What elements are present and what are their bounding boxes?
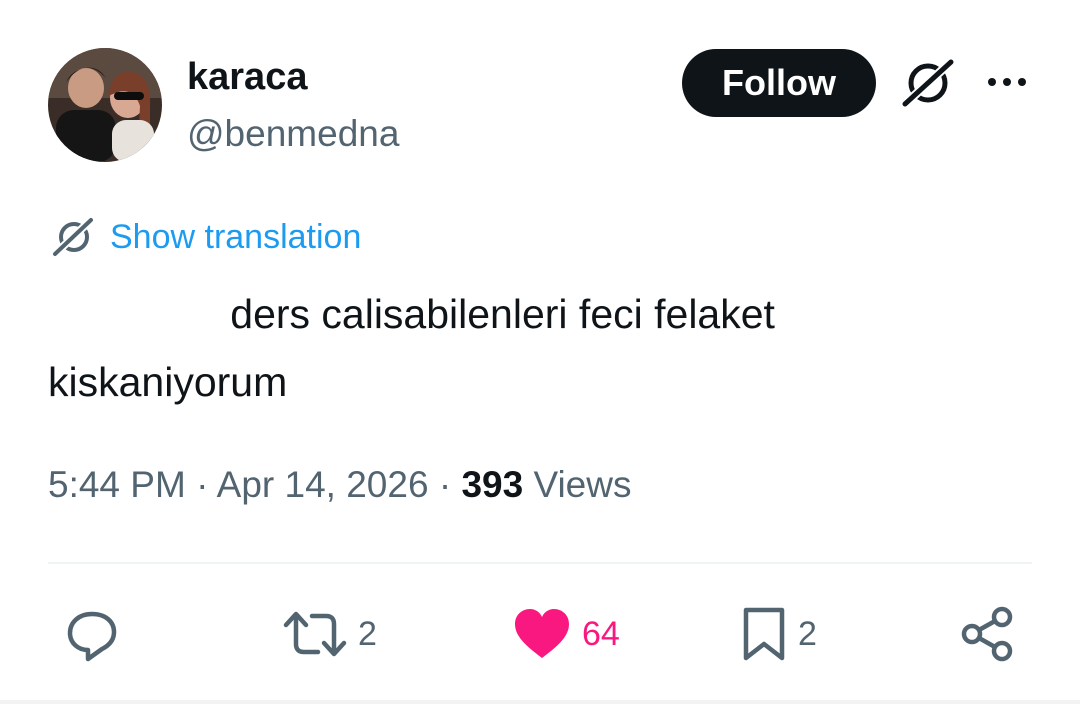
avatar-photo (48, 48, 162, 162)
share-icon (961, 606, 1013, 662)
tweet-text: ders calisabilenleri feci felaket kiskan… (48, 291, 775, 405)
views-count: 393 (461, 464, 524, 505)
retweet-count: 2 (358, 615, 377, 653)
tweet-metadata: 5:44 PM · Apr 14, 2026 · 393 Views (48, 462, 631, 508)
avatar[interactable] (48, 48, 162, 162)
display-name[interactable]: karaca (187, 55, 307, 99)
tweet-time[interactable]: 5:44 PM (48, 464, 186, 505)
more-options-icon[interactable] (985, 70, 1029, 94)
share-button[interactable] (958, 602, 1018, 666)
translate-icon (50, 215, 96, 259)
heart-icon (515, 609, 569, 658)
grok-icon[interactable] (898, 55, 958, 111)
meta-separator: · (438, 464, 452, 505)
tweet-date[interactable]: Apr 14, 2026 (217, 464, 429, 505)
views-label: Views (533, 464, 632, 505)
bottom-divider (0, 700, 1080, 704)
bookmark-icon (743, 607, 785, 661)
meta-separator: · (196, 464, 209, 505)
show-translation-link[interactable]: Show translation (110, 216, 361, 258)
follow-button[interactable]: Follow (682, 49, 876, 117)
bookmark-count: 2 (798, 615, 817, 653)
user-handle[interactable]: @benmedna (187, 112, 399, 156)
retweet-button[interactable]: 2 (282, 602, 377, 666)
like-count: 64 (582, 615, 620, 653)
reply-button[interactable] (62, 602, 122, 666)
like-button[interactable]: 64 (512, 602, 620, 666)
retweet-icon (283, 611, 347, 657)
reply-icon (67, 611, 117, 662)
divider (48, 562, 1032, 564)
bookmark-button[interactable]: 2 (740, 602, 817, 666)
